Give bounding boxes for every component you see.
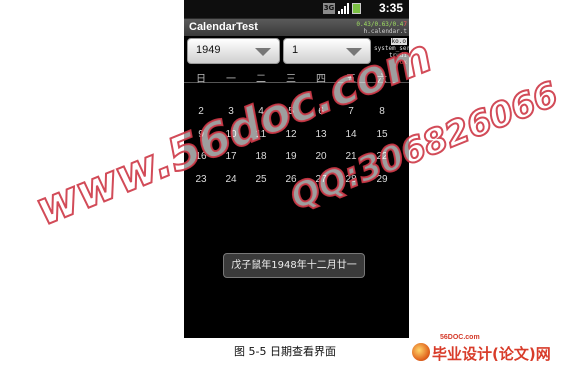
load-average: 0.43/0.63/0.4: [356, 21, 404, 28]
weekday-label: 二: [256, 74, 266, 85]
month-value: 1: [292, 44, 299, 56]
battery-icon: [352, 3, 361, 14]
dropdown-arrow-icon: [255, 48, 271, 56]
day-cell[interactable]: 20: [306, 151, 336, 162]
weekday-label: 日: [196, 74, 206, 85]
signal-icon: [338, 3, 349, 14]
process-name: h.calendar.t: [363, 28, 407, 35]
day-cell[interactable]: 19: [276, 151, 306, 162]
app-title: CalendarTest: [189, 21, 258, 33]
brand-logo: 56DOC.com 毕业设计(论文)网: [410, 334, 575, 364]
status-time: 3:35: [378, 1, 403, 15]
network-3g-icon: 3G: [323, 3, 335, 14]
year-value: 1949: [196, 44, 221, 56]
brand-site: 56DOC.com: [440, 334, 480, 341]
lunar-date-toast: 戊子鼠年1948年十二月廿一: [223, 253, 365, 278]
brand-name: 毕业设计(论文)网: [432, 345, 551, 363]
document-figure: 3G 3:35 CalendarTest 0.43/0.63/0.47 h.ca…: [0, 0, 577, 365]
status-bar: 3G 3:35: [184, 0, 409, 19]
day-cell[interactable]: 25: [246, 174, 276, 185]
figure-caption: 图 5-5 日期查看界面: [234, 345, 336, 358]
year-spinner[interactable]: 1949: [187, 38, 280, 64]
load-overlay: 0.43/0.63/0.47 h.calendar.t: [356, 21, 407, 35]
weekday-label: 一: [226, 74, 236, 85]
load-average-red: 7: [403, 21, 407, 28]
day-cell[interactable]: 8: [367, 106, 397, 117]
day-cell[interactable]: 14: [336, 129, 366, 140]
status-icons: 3G: [323, 3, 361, 14]
day-cell[interactable]: 24: [216, 174, 246, 185]
day-cell[interactable]: 13: [306, 129, 336, 140]
globe-icon: [412, 343, 430, 361]
